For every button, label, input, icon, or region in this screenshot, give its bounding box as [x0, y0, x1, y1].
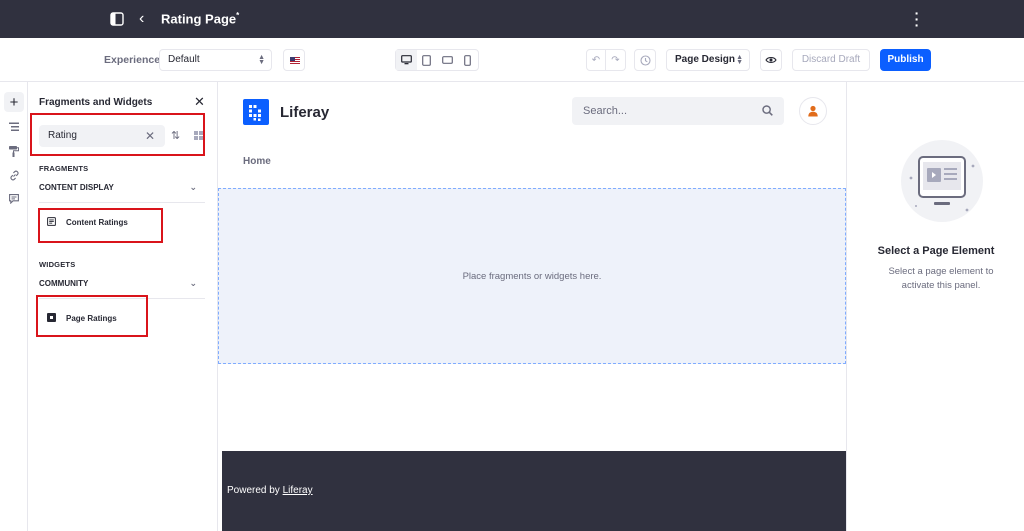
editor-toolbar: Experience	[0, 38, 1024, 82]
discard-draft-button[interactable]: Discard Draft	[792, 49, 870, 71]
nav-home-link[interactable]: Home	[243, 156, 271, 167]
device-switcher	[395, 49, 479, 71]
site-name: Liferay	[280, 104, 330, 121]
panel-title: Fragments and Widgets	[39, 97, 153, 108]
experience-value: Default	[168, 54, 200, 65]
user-avatar[interactable]	[799, 97, 827, 125]
footer-text: Powered by Liferay	[227, 485, 313, 496]
search-placeholder: Search...	[583, 105, 628, 117]
tablet-device-button[interactable]	[417, 50, 438, 70]
close-icon[interactable]: ✕	[194, 94, 205, 110]
experience-select[interactable]: Default ▲ ▼	[159, 49, 272, 71]
category-label: COMMUNITY	[39, 279, 89, 288]
search-icon[interactable]	[762, 105, 773, 116]
undo-icon[interactable]: ↶	[586, 49, 606, 71]
browser-icon[interactable]	[4, 117, 24, 137]
content-display-category[interactable]: CONTENT DISPLAY ⌄	[39, 182, 205, 203]
user-icon	[808, 105, 818, 117]
monitor-illustration	[901, 140, 983, 222]
select-caret-icon: ▲ ▼	[258, 54, 265, 66]
widgets-heading: WIDGETS	[39, 260, 76, 269]
kebab-icon[interactable]: · · ·	[910, 6, 924, 32]
chevron-left-icon[interactable]: ‹	[139, 9, 144, 29]
page-design-label: Page Design	[675, 54, 736, 65]
landscape-phone-button[interactable]	[437, 50, 458, 70]
add-icon[interactable]: +	[4, 92, 24, 112]
sidebar-toggle-icon[interactable]	[110, 12, 124, 26]
page-title: Rating Page*	[161, 11, 240, 27]
portrait-phone-button[interactable]	[458, 50, 479, 70]
dropzone-text: Place fragments or widgets here.	[462, 271, 602, 282]
category-label: CONTENT DISPLAY	[39, 183, 114, 192]
configuration-panel: Select a Page Element Select a page elem…	[846, 82, 1024, 531]
link-icon[interactable]	[4, 165, 24, 185]
top-bar: ‹ Rating Page* · · ·	[0, 0, 1024, 38]
history-icon[interactable]	[634, 49, 656, 71]
paint-roller-icon[interactable]	[4, 141, 24, 161]
publish-button[interactable]: Publish	[880, 49, 931, 71]
site-footer: Powered by Liferay	[222, 451, 846, 531]
chevron-down-icon: ⌄	[189, 278, 197, 288]
search-highlight	[30, 113, 205, 156]
widget-highlight	[36, 295, 148, 337]
chevron-down-icon: ⌄	[189, 182, 197, 192]
experience-label: Experience	[104, 54, 161, 66]
desktop-device-button[interactable]	[396, 50, 417, 70]
liferay-logo	[243, 99, 269, 125]
footer-liferay-link[interactable]: Liferay	[283, 485, 313, 496]
site-search-input[interactable]: Search...	[572, 97, 784, 125]
preview-eye-icon[interactable]	[760, 49, 782, 71]
page-canvas: Liferay Search... Home Place fragments o…	[217, 82, 846, 531]
comments-icon[interactable]	[4, 189, 24, 209]
sidebar-rail: +	[0, 82, 28, 531]
fragment-highlight	[38, 208, 163, 243]
fragments-heading: FRAGMENTS	[39, 164, 89, 173]
select-caret-icon: ▲ ▼	[736, 54, 743, 66]
page-design-select[interactable]: Page Design ▲ ▼	[666, 49, 750, 71]
us-flag-icon[interactable]	[283, 49, 305, 71]
drop-zone[interactable]: Place fragments or widgets here.	[218, 188, 846, 364]
redo-icon[interactable]: ↷	[606, 49, 626, 71]
empty-state-description: Select a page element to activate this p…	[888, 266, 994, 291]
empty-state-heading: Select a Page Element	[877, 245, 995, 257]
draft-marker: *	[236, 11, 240, 20]
